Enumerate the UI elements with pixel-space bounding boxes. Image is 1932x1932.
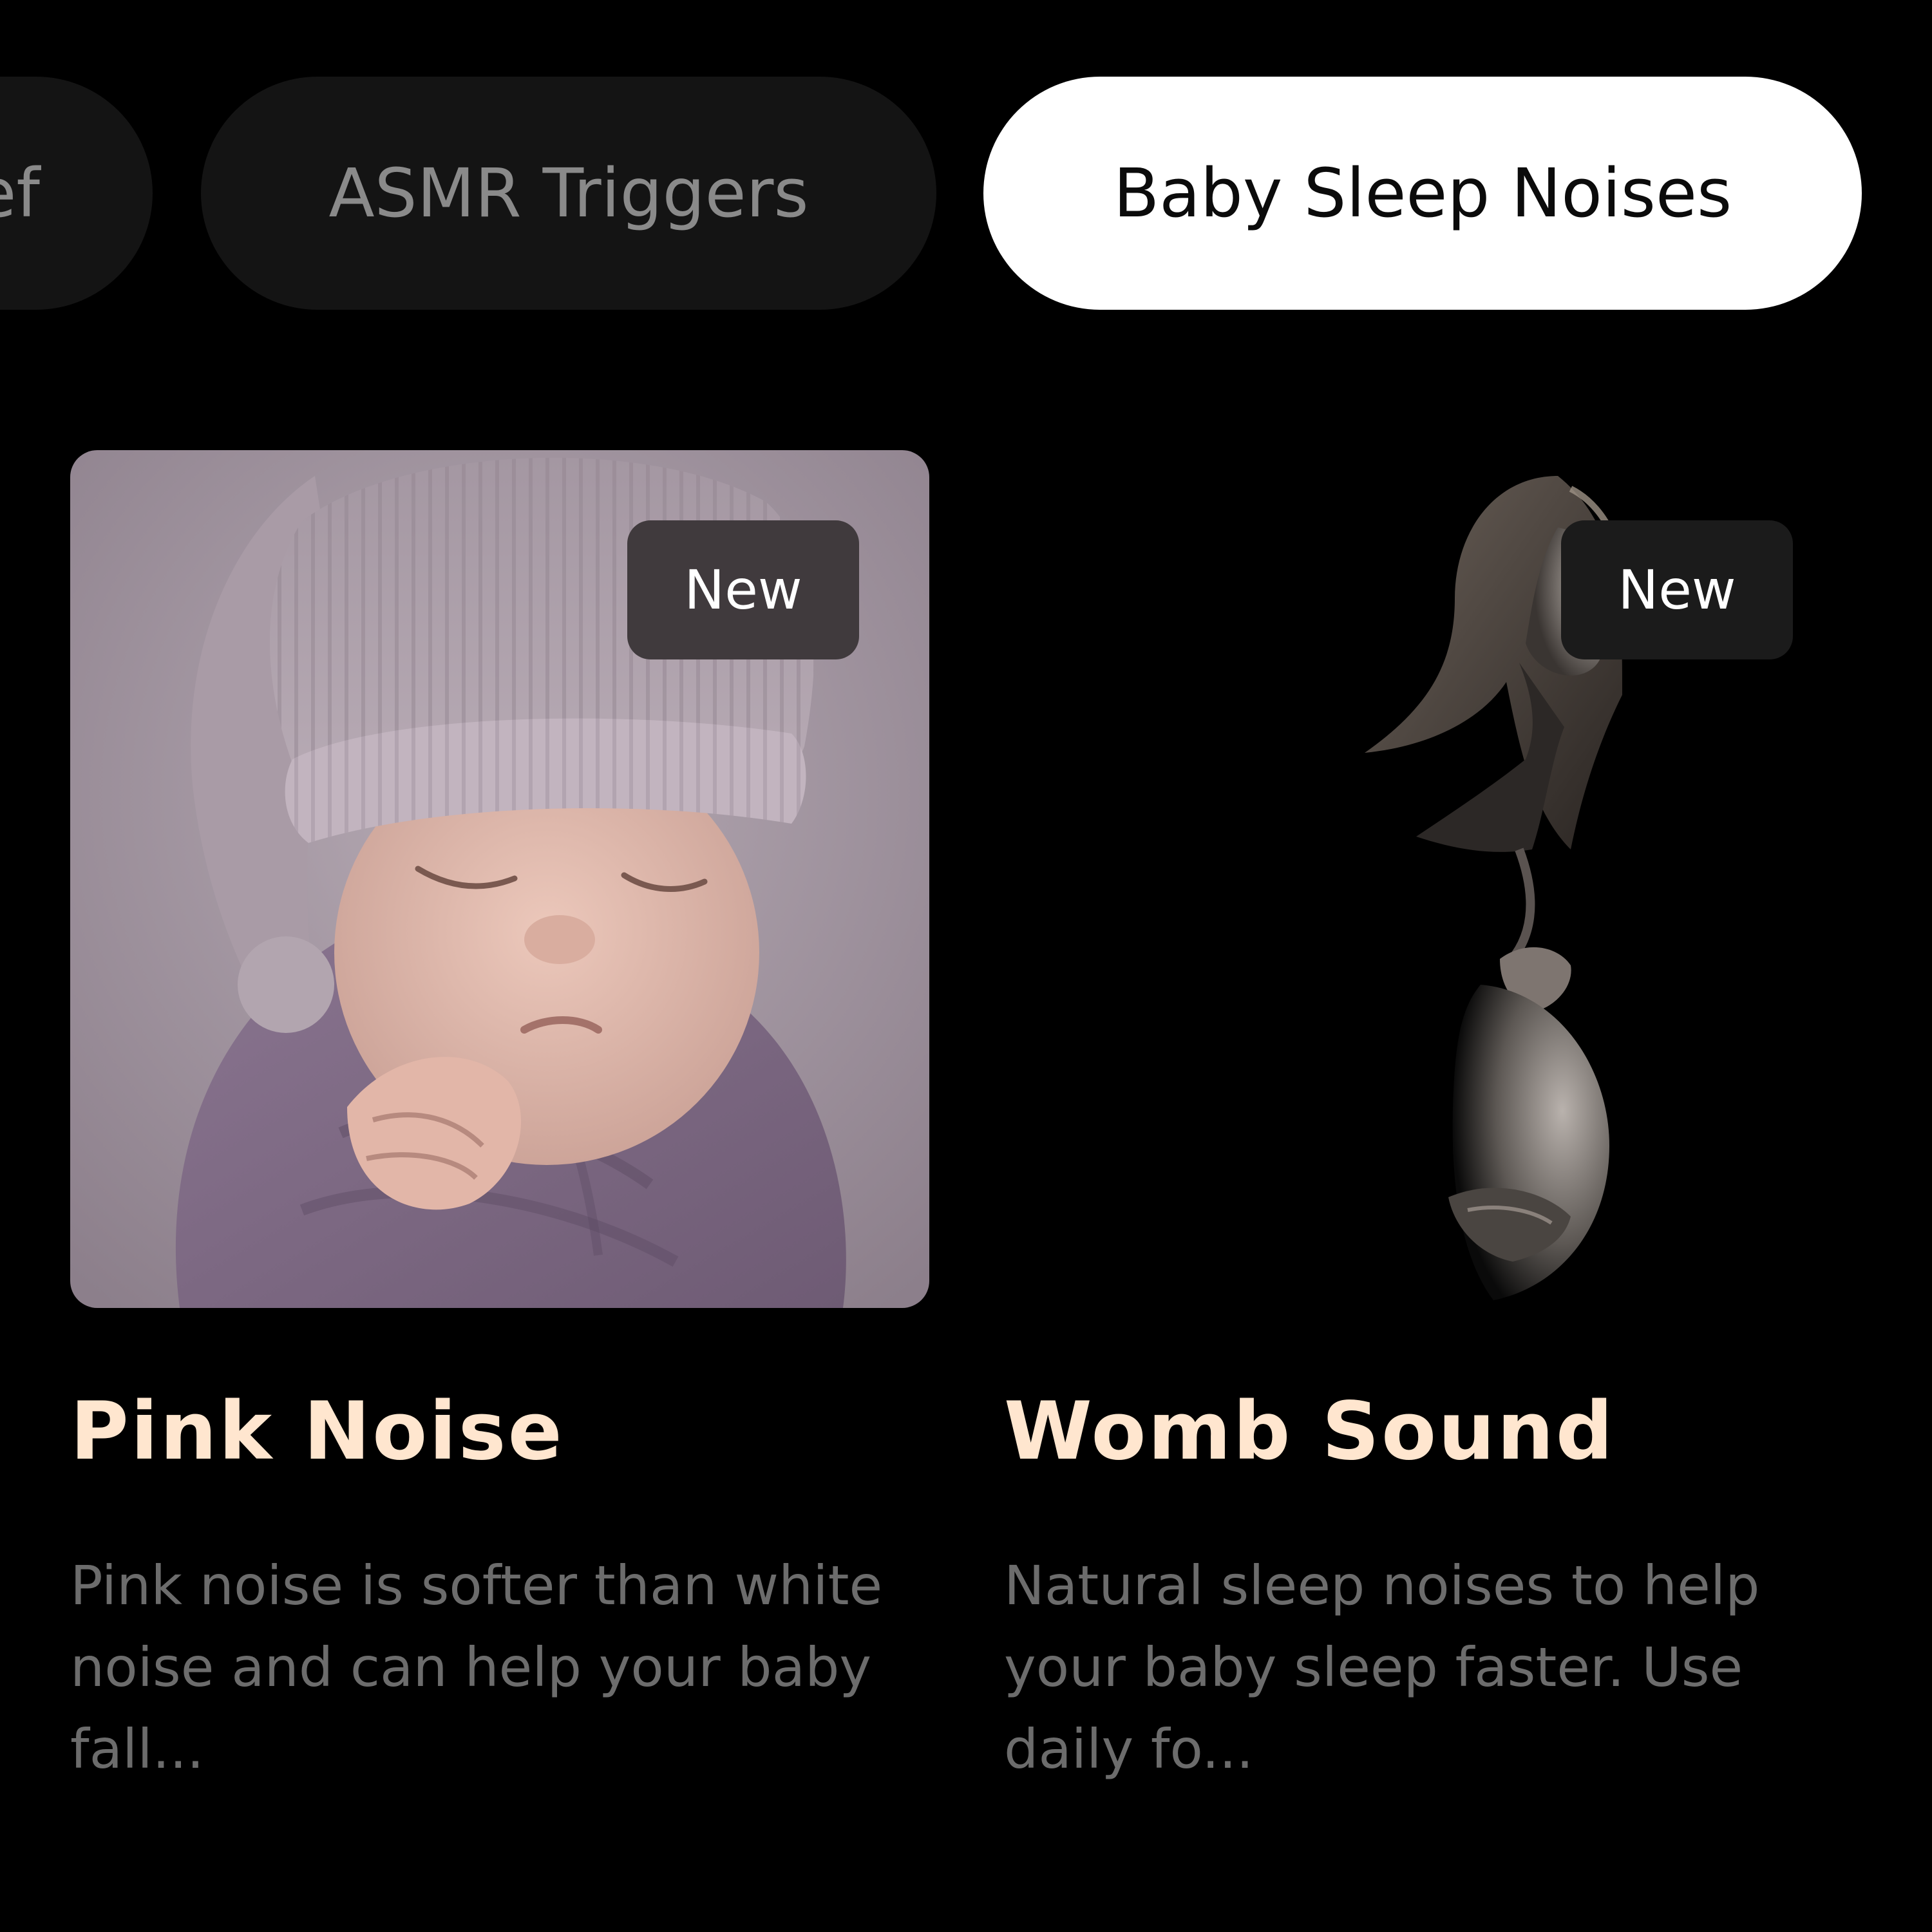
sound-card-description: Pink noise is softer than white noise an… bbox=[70, 1554, 883, 1781]
sound-card-pink-noise[interactable]: New Pink Noise Pink noise is softer than… bbox=[70, 450, 929, 1781]
new-badge: New bbox=[1561, 520, 1793, 659]
category-chips: ef ASMR Triggers Baby Sleep Noises bbox=[0, 77, 1932, 310]
category-chip-baby-sleep-noises[interactable]: Baby Sleep Noises bbox=[983, 77, 1862, 310]
sound-card-thumbnail[interactable]: New bbox=[1004, 450, 1863, 1308]
sound-card-title: Pink Noise bbox=[70, 1385, 564, 1478]
category-chip-partial[interactable]: ef bbox=[0, 77, 153, 310]
new-badge: New bbox=[627, 520, 859, 659]
sound-card-womb-sound[interactable]: New Womb Sound Natural sleep noises to h… bbox=[1004, 450, 1863, 1781]
category-chip-label: Baby Sleep Noises bbox=[1113, 154, 1732, 232]
sound-card-title: Womb Sound bbox=[1004, 1385, 1615, 1478]
category-chip-partial-label: ef bbox=[0, 154, 40, 232]
sound-card-description: Natural sleep noises to help your baby s… bbox=[1004, 1554, 1760, 1781]
sound-card-thumbnail[interactable]: New bbox=[70, 450, 929, 1308]
new-badge-label: New bbox=[684, 558, 802, 621]
category-chip-asmr-triggers[interactable]: ASMR Triggers bbox=[201, 77, 936, 310]
new-badge-label: New bbox=[1618, 558, 1736, 621]
category-chip-label: ASMR Triggers bbox=[328, 154, 809, 232]
